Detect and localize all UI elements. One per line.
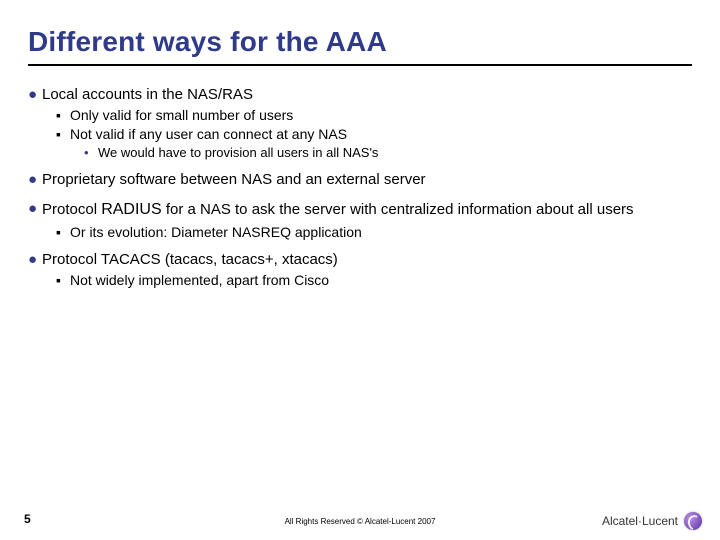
slide-title: Different ways for the AAA [28,26,692,66]
bullet-lvl1: ●Protocol TACACS (tacacs, tacacs+, xtaca… [28,251,700,270]
bullet-group-radius: ● Protocol RADIUS for a NAS to ask the s… [28,200,700,242]
bullet-lvl2: ▪Not valid if any user can connect at an… [56,126,700,144]
brand-name: Alcatel·Lucent [602,514,678,528]
bullet-text-part: Protocol [42,201,101,218]
bullet-text: Protocol RADIUS for a NAS to ask the ser… [42,200,634,220]
bullet-icon: ● [28,86,42,105]
bullet-text: Proprietary software between NAS and an … [42,171,426,190]
bullet-text: Protocol TACACS (tacacs, tacacs+, xtacac… [42,251,338,270]
bullet-icon: ● [28,251,42,270]
bullet-icon: ● [28,171,42,190]
bullet-text: We would have to provision all users in … [98,145,378,161]
bullet-text: Local accounts in the NAS/RAS [42,86,253,105]
bullet-text: Not widely implemented, apart from Cisco [70,272,329,290]
bullet-lvl1: ●Proprietary software between NAS and an… [28,171,700,190]
slide-content: ●Local accounts in the NAS/RAS ▪Only val… [28,80,700,300]
bullet-group-proprietary: ●Proprietary software between NAS and an… [28,171,700,190]
radius-keyword: RADIUS [101,201,161,218]
bullet-lvl2: ▪Not widely implemented, apart from Cisc… [56,272,700,290]
slide: Different ways for the AAA ●Local accoun… [0,0,720,540]
bullet-lvl1: ●Local accounts in the NAS/RAS [28,86,700,105]
bullet-icon: • [84,145,98,161]
bullet-lvl3: •We would have to provision all users in… [84,145,700,161]
brand-logo-icon [684,512,702,530]
bullet-text: Or its evolution: Diameter NASREQ applic… [70,224,362,242]
bullet-group-tacacs: ●Protocol TACACS (tacacs, tacacs+, xtaca… [28,251,700,289]
bullet-group-local-accounts: ●Local accounts in the NAS/RAS ▪Only val… [28,86,700,161]
footer: 5 All Rights Reserved © Alcatel-Lucent 2… [0,504,720,532]
bullet-lvl1: ● Protocol RADIUS for a NAS to ask the s… [28,200,700,220]
bullet-icon: ▪ [56,107,70,125]
bullet-lvl2: ▪Or its evolution: Diameter NASREQ appli… [56,224,700,242]
bullet-text-part: for a NAS to ask the server with central… [162,201,634,218]
bullet-text: Not valid if any user can connect at any… [70,126,347,144]
bullet-icon: ▪ [56,272,70,290]
bullet-icon: ● [28,200,42,219]
brand: Alcatel·Lucent [602,512,702,530]
bullet-text: Only valid for small number of users [70,107,293,125]
bullet-icon: ▪ [56,126,70,144]
bullet-icon: ▪ [56,224,70,242]
bullet-lvl2: ▪Only valid for small number of users [56,107,700,125]
